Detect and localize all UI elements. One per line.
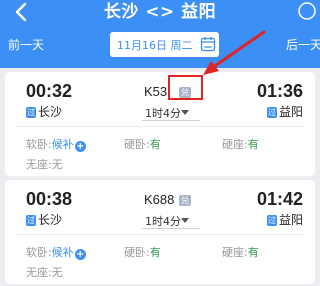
divider [15, 234, 305, 235]
arrive-station: 过益阳 [266, 211, 303, 228]
seat-label: 硬座: [222, 246, 248, 259]
depart-station-name: 长沙 [38, 213, 63, 227]
date-text: 11月16日 周二 [117, 39, 193, 52]
seat-label: 硬卧: [124, 246, 150, 259]
arrive-time: 01:42 [256, 189, 303, 209]
train-number: K53 [144, 84, 168, 99]
duration-underline [142, 228, 200, 229]
arrive-station: 过益阳 [266, 103, 303, 120]
seat-label: 无座: [26, 266, 52, 279]
depart-time: 00:32 [26, 81, 73, 101]
chevron-down-icon[interactable] [181, 110, 189, 115]
seat-value: 候补 [51, 246, 74, 259]
prev-day-button[interactable]: 前一天 [8, 36, 44, 53]
seat-value: 有 [149, 246, 161, 259]
seat-label: 无座: [26, 158, 52, 171]
seat-value: 候补 [51, 138, 74, 151]
seat-label: 硬卧: [124, 138, 150, 151]
seat-soft-sleeper[interactable]: 软卧:候补 + [26, 244, 86, 260]
plus-icon[interactable]: + [74, 141, 86, 152]
train-number: K688 [144, 192, 175, 207]
via-badge: 过 [266, 107, 277, 118]
duration[interactable]: 1时4分 [145, 105, 181, 121]
redeem-badge: 兑 [179, 195, 191, 206]
seat-hard-seat: 硬座:有 [222, 244, 259, 260]
seat-no-seat: 无座:无 [26, 156, 63, 172]
via-badge: 过 [266, 215, 277, 226]
train-card[interactable]: 00:38 K688 兑 01:42 过长沙 1时4分 过益阳 软卧:候补 + 硬… [5, 180, 315, 284]
seat-soft-sleeper[interactable]: 软卧:候补 + [26, 136, 86, 152]
via-badge: 过 [26, 107, 36, 118]
seat-value: 有 [247, 138, 259, 151]
seat-value: 无 [51, 158, 63, 171]
arrive-station-name: 益阳 [278, 105, 303, 119]
duration[interactable]: 1时4分 [145, 213, 181, 229]
top-header: 长沙 <> 益阳 前一天 11月16日 周二 后一天 [0, 0, 320, 68]
chevron-down-icon[interactable] [181, 218, 189, 223]
seat-label: 软卧: [26, 246, 52, 259]
seat-label: 软卧: [26, 138, 52, 151]
next-day-button[interactable]: 后一天 [286, 36, 320, 53]
via-badge: 过 [26, 215, 36, 226]
seat-hard-seat: 硬座:有 [222, 136, 259, 152]
duration-underline [142, 120, 200, 121]
annotation-arrow-icon [203, 30, 266, 75]
seat-label: 硬座: [222, 138, 248, 151]
annotation-highlight-box [168, 75, 203, 100]
divider [15, 126, 305, 127]
plus-icon[interactable]: + [74, 249, 86, 260]
route-title: 长沙 <> 益阳 [103, 2, 217, 22]
seat-value: 无 [51, 266, 63, 279]
filter-icon[interactable] [296, 0, 318, 22]
train-card[interactable]: 00:32 K53 兑 01:36 过长沙 1时4分 过益阳 软卧:候补 + 硬卧… [5, 72, 315, 176]
seat-hard-sleeper: 硬卧:有 [124, 244, 161, 260]
depart-station: 过长沙 [26, 103, 62, 120]
depart-time: 00:38 [26, 189, 73, 209]
seat-hard-sleeper: 硬卧:有 [124, 136, 161, 152]
depart-station: 过长沙 [26, 211, 62, 228]
seat-value: 有 [149, 138, 161, 151]
arrive-station-name: 益阳 [278, 213, 303, 227]
depart-station-name: 长沙 [38, 105, 63, 119]
seat-no-seat: 无座:无 [26, 264, 63, 280]
seat-value: 有 [247, 246, 259, 259]
arrive-time: 01:36 [256, 81, 303, 101]
